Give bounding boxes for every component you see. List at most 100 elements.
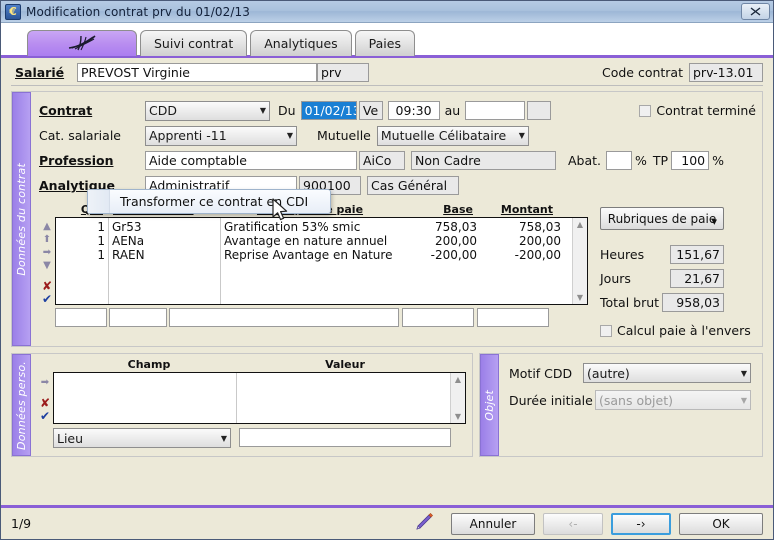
code-contrat-label: Code contrat [601, 64, 683, 80]
perso-scrollbar[interactable]: ▲ ▼ [450, 373, 465, 423]
context-menu[interactable]: Transformer ce contrat en CDI [87, 189, 331, 214]
scroll-down-icon[interactable]: ▼ [455, 410, 461, 423]
sideband-objet[interactable]: Objet [480, 354, 499, 456]
checkbox-box [600, 324, 612, 337]
cat-salariale-select[interactable]: Apprenti -11 ▼ [145, 125, 297, 146]
cell-code: RAEN [112, 248, 145, 262]
col-valeur: Valeur [325, 358, 365, 371]
mutuelle-label: Mutuelle [317, 128, 371, 143]
close-icon[interactable] [741, 3, 770, 20]
tab-analytiques[interactable]: Analytiques [250, 30, 352, 56]
move-top-icon[interactable]: ⬆ [43, 233, 51, 246]
move-up-icon[interactable]: ▲ [43, 220, 51, 233]
perso-table[interactable]: ▲ ▼ [53, 372, 466, 424]
new-code-input[interactable] [109, 308, 167, 327]
new-base-input[interactable] [402, 308, 474, 327]
objet-inner: Motif CDD (autre) ▼ Durée initiale (sans… [499, 354, 762, 456]
cell-montant: 758,03 [519, 220, 561, 234]
euro-app-icon: € [5, 3, 21, 20]
donnees-perso-inner: Champ Valeur ➡ ✘ ✔ ▲ ▼ Lieu ▼ [31, 354, 472, 456]
prev-button[interactable]: ‹- [543, 512, 603, 535]
scroll-up-icon[interactable]: ▲ [577, 218, 583, 231]
ok-button[interactable]: OK [679, 512, 763, 535]
move-right-icon[interactable]: ➡ [43, 246, 51, 259]
next-label: -› [636, 516, 646, 531]
champ-select[interactable]: Lieu ▼ [53, 428, 231, 448]
chevron-down-icon: ▼ [286, 131, 293, 140]
cell-qte: 1 [97, 234, 105, 248]
rubriques-de-paie-button[interactable]: Rubriques de paie ▼ [600, 207, 724, 230]
next-button[interactable]: -› [611, 512, 671, 535]
new-qte-input[interactable] [55, 308, 107, 327]
cancel-label: Annuler [469, 516, 517, 531]
chevron-down-icon: ▼ [259, 106, 266, 115]
jours-field[interactable]: 21,67 [670, 269, 724, 288]
validate-row-icon[interactable]: ✔ [40, 410, 50, 423]
objet-panel: Objet Motif CDD (autre) ▼ Durée initiale… [479, 353, 763, 457]
date-fin-input[interactable] [465, 101, 526, 120]
chevron-down-icon: ▼ [740, 395, 747, 405]
analytique-cas-field[interactable]: Cas Général [367, 176, 459, 195]
calcul-envers-checkbox[interactable]: Calcul paie à l'envers [600, 323, 756, 338]
perso-new-row: Lieu ▼ [53, 428, 466, 448]
scroll-up-icon[interactable]: ▲ [455, 373, 461, 386]
motif-cdd-label: Motif CDD [509, 365, 573, 381]
duree-initiale-select[interactable]: (sans objet) ▼ [595, 390, 751, 410]
cell-libelle: Reprise Avantage en Nature [224, 248, 393, 262]
cell-qte: 1 [97, 220, 105, 234]
validate-row-icon[interactable]: ✔ [42, 293, 52, 306]
abat-input[interactable] [606, 151, 633, 170]
scroll-down-icon[interactable]: ▼ [577, 291, 583, 304]
sideband-label: Objet [483, 389, 496, 421]
tab-label: Analytiques [264, 36, 338, 51]
sideband-donnees-contrat[interactable]: Données du contrat [12, 92, 31, 346]
context-menu-item-transformer-cdi[interactable]: Transformer ce contrat en CDI [110, 194, 308, 209]
tab-suivi-contrat[interactable]: Suivi contrat [140, 30, 248, 56]
donnees-perso-panel: Données perso. Champ Valeur ➡ ✘ ✔ ▲ ▼ Li… [11, 353, 473, 457]
ok-label: OK [712, 516, 730, 531]
profession-input[interactable]: Aide comptable [145, 151, 357, 170]
heure-debut-input[interactable]: 09:30 [387, 101, 440, 120]
table-row[interactable]: 1 Gr53 Gratification 53% smic 758,03 758… [56, 220, 572, 234]
contrat-termine-checkbox[interactable]: Contrat terminé [639, 103, 756, 118]
profession-code-field[interactable]: AiCo [359, 151, 405, 170]
rubriques-table[interactable]: 1 Gr53 Gratification 53% smic 758,03 758… [55, 217, 588, 305]
motif-cdd-row: Motif CDD (autre) ▼ [509, 363, 754, 383]
new-libelle-input[interactable] [169, 308, 399, 327]
chevron-down-icon: ▼ [740, 368, 747, 378]
code-contrat-field[interactable]: prv-13.01 [689, 62, 763, 82]
salarie-input[interactable]: PREVOST Virginie [77, 62, 317, 82]
perso-row-tools: ➡ ✘ ✔ [37, 372, 53, 448]
date-debut-input[interactable]: 01/02/13 [300, 101, 357, 120]
abat-label: Abat. [568, 153, 602, 168]
sideband-label: Données perso. [15, 360, 28, 450]
pencil-icon[interactable] [413, 511, 435, 537]
profession-cadre-field[interactable]: Non Cadre [411, 151, 556, 170]
chevron-down-icon: ▼ [518, 131, 525, 140]
motif-cdd-select[interactable]: (autre) ▼ [583, 363, 751, 383]
cancel-button[interactable]: Annuler [451, 512, 535, 535]
header-divider [11, 85, 763, 86]
heures-field[interactable]: 151,67 [670, 245, 724, 264]
table-row[interactable]: 1 AENa Avantage en nature annuel 200,00 … [56, 234, 572, 248]
tp-input[interactable]: 100 [671, 151, 710, 170]
footer-bar: 1/9 Annuler ‹- -› OK [1, 505, 773, 539]
valeur-input[interactable] [239, 428, 451, 447]
contrat-type-select[interactable]: CDD ▼ [145, 100, 270, 121]
move-right-icon[interactable]: ➡ [41, 376, 49, 389]
mutuelle-select[interactable]: Mutuelle Célibataire ▼ [376, 125, 529, 146]
motif-cdd-value: (autre) [587, 365, 630, 381]
salarie-code-field[interactable]: prv [317, 62, 369, 82]
sideband-label: Données du contrat [15, 162, 28, 276]
rubriques-row-tools: ▲ ⬆ ➡ ▼ ✘ ✔ [39, 202, 55, 338]
chevron-down-icon: ▼ [220, 433, 227, 443]
rubriques-scrollbar[interactable]: ▲ ▼ [572, 218, 587, 304]
new-montant-input[interactable] [477, 308, 549, 327]
table-row[interactable]: 1 RAEN Reprise Avantage en Nature -200,0… [56, 248, 572, 262]
tab-paies[interactable]: Paies [354, 30, 415, 56]
cell-montant: 200,00 [519, 234, 561, 248]
total-brut-field[interactable]: 958,03 [662, 293, 724, 312]
sideband-donnees-perso[interactable]: Données perso. [12, 354, 31, 456]
tab-contrat[interactable] [27, 30, 137, 56]
move-down-icon[interactable]: ▼ [43, 259, 51, 272]
